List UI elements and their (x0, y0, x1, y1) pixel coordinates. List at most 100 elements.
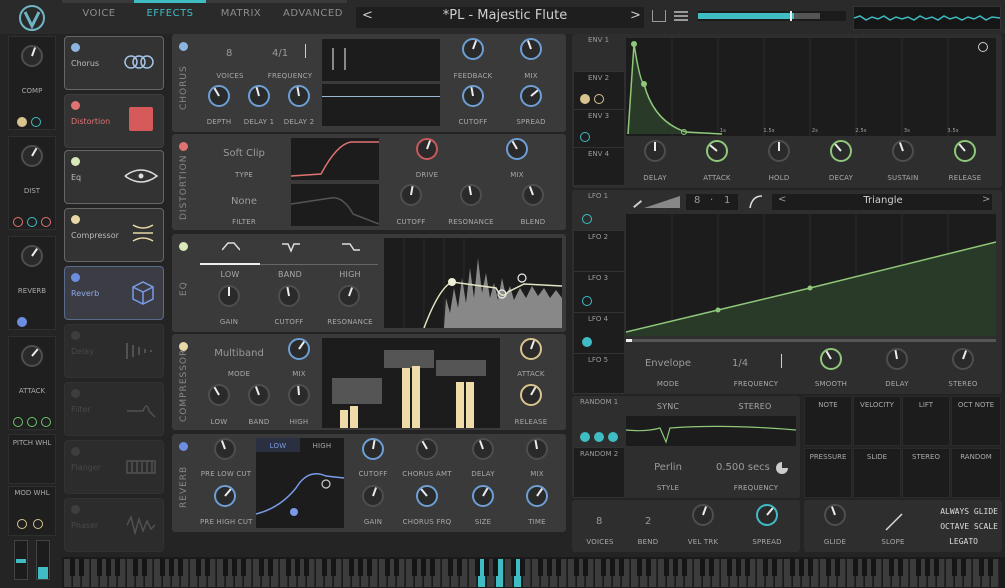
vel-trk-knob[interactable] (692, 504, 714, 526)
tab-lfo4[interactable]: LFO 4 (574, 313, 624, 354)
preset-prev-button[interactable]: < (362, 8, 373, 23)
distortion-resonance-knob[interactable] (460, 184, 482, 206)
piano-black-key[interactable] (196, 559, 201, 576)
env-release-knob[interactable] (954, 140, 976, 162)
compressor-low-knob[interactable] (208, 384, 230, 406)
lfo-graph[interactable] (625, 214, 997, 336)
distortion-type-value[interactable]: Soft Clip (206, 148, 282, 159)
eq-resonance-knob[interactable] (338, 285, 360, 307)
always-glide-toggle[interactable]: ALWAYS GLIDE (922, 507, 998, 516)
piano-black-key[interactable] (574, 559, 579, 576)
reverb-power-toggle[interactable] (179, 442, 188, 451)
mod-source-stereo[interactable]: STEREO (902, 448, 950, 498)
distortion-blend-knob[interactable] (522, 184, 544, 206)
compressor-release-knob[interactable] (520, 384, 542, 406)
macro-knob-dist[interactable] (21, 145, 43, 167)
reverb-chorus-amt-knob[interactable] (416, 438, 438, 460)
tab-env2[interactable]: ENV 2 (574, 72, 624, 110)
distortion-filter-value[interactable]: None (206, 196, 282, 207)
piano-black-key[interactable] (358, 559, 363, 576)
voice-spread-knob[interactable] (756, 504, 778, 526)
mod-source-oct-note[interactable]: OCT NOTE (951, 396, 1001, 446)
eq-band-notch-icon[interactable] (282, 240, 300, 257)
compressor-band-meters[interactable] (322, 338, 500, 428)
piano-black-key[interactable] (799, 559, 804, 576)
piano-black-key[interactable] (421, 559, 426, 576)
lfo-mode-value[interactable]: Envelope (640, 358, 696, 369)
piano-black-key[interactable] (484, 559, 489, 576)
piano-black-key[interactable] (160, 559, 165, 576)
piano-black-key[interactable] (745, 559, 750, 576)
piano-black-key[interactable] (808, 559, 813, 576)
tab-lfo5[interactable]: LFO 5 (574, 354, 624, 394)
piano-black-key[interactable] (916, 559, 921, 576)
mod-source-pressure[interactable]: PRESSURE (804, 448, 852, 498)
tab-env4[interactable]: ENV 4 (574, 148, 624, 186)
piano-black-key[interactable] (286, 559, 291, 576)
reverb-chorus-frq-knob[interactable] (416, 485, 438, 507)
tab-advanced[interactable]: ADVANCED (278, 8, 348, 19)
flanger-enable-toggle[interactable] (71, 447, 80, 456)
piano-black-key[interactable] (763, 559, 768, 576)
piano-black-key[interactable] (898, 559, 903, 576)
piano-black-key[interactable] (232, 559, 237, 576)
piano-black-key[interactable] (448, 559, 453, 576)
piano-black-key[interactable] (772, 559, 777, 576)
piano-black-key[interactable] (736, 559, 741, 576)
tab-env1[interactable]: ENV 1 (574, 34, 624, 72)
compressor-high-knob[interactable] (288, 384, 310, 406)
reverb-high-tab[interactable]: HIGH (306, 442, 338, 450)
effect-slot-distortion[interactable]: Distortion (64, 94, 164, 148)
piano-black-key[interactable] (412, 559, 417, 576)
compressor-mix-knob[interactable] (288, 338, 310, 360)
effect-slot-flanger[interactable]: Flanger (64, 440, 164, 494)
lfo-smooth-ramp[interactable] (644, 196, 680, 211)
piano-black-key[interactable] (547, 559, 552, 576)
piano-black-key[interactable] (475, 559, 480, 576)
lfo-grid-y[interactable]: 1 (724, 195, 730, 206)
eq-low-shelf-icon[interactable] (221, 240, 241, 257)
mod-source-random[interactable]: RANDOM (951, 448, 1001, 498)
chorus-mix-knob[interactable] (520, 38, 542, 60)
voices-value[interactable]: 8 (596, 516, 602, 527)
piano-black-key[interactable] (223, 559, 228, 576)
lfo-phase-bar[interactable] (626, 339, 996, 342)
eq-gain-knob[interactable] (218, 285, 240, 307)
compressor-band-knob[interactable] (248, 384, 270, 406)
piano-black-key[interactable] (727, 559, 732, 576)
piano-black-key[interactable] (493, 559, 498, 576)
piano-black-key[interactable] (934, 559, 939, 576)
piano-black-key[interactable] (952, 559, 957, 576)
piano-black-key[interactable] (871, 559, 876, 576)
piano-black-key[interactable] (700, 559, 705, 576)
piano-black-key[interactable] (304, 559, 309, 576)
env-delay-knob[interactable] (644, 140, 666, 162)
envelope-graph[interactable] (626, 38, 996, 136)
piano-black-key[interactable] (583, 559, 588, 576)
glide-knob[interactable] (824, 504, 846, 526)
eq-power-toggle[interactable] (179, 242, 188, 251)
piano-black-key[interactable] (259, 559, 264, 576)
reverb-eq-display[interactable] (256, 438, 344, 528)
piano-black-key[interactable] (538, 559, 543, 576)
legato-toggle[interactable]: LEGATO (922, 537, 978, 546)
mod-source-slide[interactable]: SLIDE (853, 448, 901, 498)
piano-black-key[interactable] (709, 559, 714, 576)
reverb-cutoff-knob[interactable] (362, 438, 384, 460)
effect-slot-phaser[interactable]: Phaser (64, 498, 164, 552)
random-stereo-label[interactable]: STEREO (730, 402, 780, 411)
env-attack-knob[interactable] (706, 140, 728, 162)
piano-black-key[interactable] (835, 559, 840, 576)
pitch-wheel[interactable] (14, 540, 28, 580)
macro-knob-comp[interactable] (21, 45, 43, 67)
piano-black-key[interactable] (826, 559, 831, 576)
piano-black-key[interactable] (511, 559, 516, 576)
mod-source-note[interactable]: NOTE (804, 396, 852, 446)
chorus-voices-value[interactable]: 8 (226, 48, 232, 59)
env-sustain-knob[interactable] (892, 140, 914, 162)
tab-lfo1[interactable]: LFO 1 (574, 190, 624, 231)
piano-black-key[interactable] (853, 559, 858, 576)
tab-random1[interactable]: RANDOM 1 (574, 396, 624, 448)
piano-black-key[interactable] (97, 559, 102, 576)
clock-icon[interactable] (776, 462, 788, 474)
